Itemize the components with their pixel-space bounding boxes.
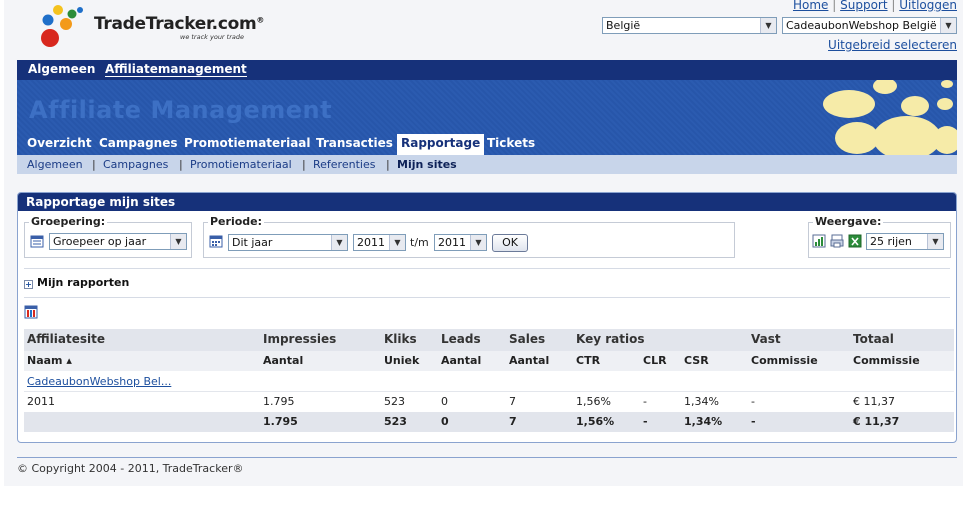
subnav-campaigns[interactable]: Campagnes: [103, 158, 168, 171]
chevron-down-icon: ▼: [331, 235, 347, 250]
chevron-down-icon: ▼: [470, 235, 486, 250]
year-from-select[interactable]: 2011 ▼: [353, 234, 406, 251]
site-select[interactable]: CadeaubonWebshop België ▼: [782, 17, 957, 34]
sub-navigation: Algemeen | Campagnes | Promotiemateriaal…: [17, 155, 957, 174]
tab-reporting[interactable]: Rapportage: [397, 134, 485, 155]
copyright: © Copyright 2004 - 2011, TradeTracker®: [17, 462, 244, 475]
top-links: Home | Support | Uitloggen: [792, 0, 957, 12]
rows-per-page-select[interactable]: 25 rijen ▼: [866, 233, 944, 250]
chevron-down-icon: ▼: [760, 18, 776, 33]
tab-campaigns[interactable]: Campagnes: [95, 134, 182, 155]
subnav-my-sites[interactable]: Mijn sites: [397, 158, 457, 171]
print-icon[interactable]: [830, 234, 845, 249]
col-impressions: Impressies: [263, 332, 337, 346]
grouping-fieldset: Groepering: Groepeer op jaar ▼: [24, 215, 192, 258]
banner-title: Affiliate Management: [29, 96, 333, 124]
col-clicks: Kliks: [384, 332, 417, 346]
my-reports-toggle[interactable]: + Mijn rapporten: [24, 276, 129, 289]
col-affiliate-site: Affiliatesite: [27, 332, 105, 346]
country-select[interactable]: België ▼: [602, 17, 777, 34]
main-tabs: Overzicht Campagnes Promotiemateriaal Tr…: [17, 134, 957, 155]
year-to-select[interactable]: 2011 ▼: [434, 234, 487, 251]
table-row: 2011 1.795 523 0 7 1,56% - 1,34% - € 11,…: [27, 395, 895, 408]
sort-name-header[interactable]: Naam ▴: [27, 354, 72, 367]
col-leads: Leads: [441, 332, 481, 346]
tab-overview[interactable]: Overzicht: [23, 134, 96, 155]
topnav-general[interactable]: Algemeen: [28, 62, 95, 76]
grouping-select[interactable]: Groepeer op jaar ▼: [49, 233, 187, 250]
table-total-row: 1.795 523 0 7 1,56% - 1,34% - € 11,37: [24, 412, 954, 432]
tab-tickets[interactable]: Tickets: [483, 134, 539, 155]
expand-plus-icon: +: [24, 280, 33, 289]
col-fixed: Vast: [751, 332, 781, 346]
subnav-referrals[interactable]: Referenties: [313, 158, 375, 171]
period-select[interactable]: Dit jaar ▼: [228, 234, 348, 251]
period-fieldset: Periode: Dit jaar ▼ 2011 ▼ t/m 2011 ▼ OK: [203, 215, 735, 258]
view-fieldset: Weergave: 25 rijen ▼: [808, 215, 951, 258]
logo-mark-icon: [41, 5, 83, 47]
table-header-row: Affiliatesite Impressies Kliks Leads Sal…: [24, 329, 954, 351]
col-sales: Sales: [509, 332, 546, 346]
calendar-grid-icon: [30, 235, 44, 248]
tab-transactions[interactable]: Transacties: [312, 134, 397, 155]
top-navigation: Algemeen Affiliatemanagement: [17, 60, 957, 80]
subnav-general[interactable]: Algemeen: [27, 158, 83, 171]
subnav-promotional-material[interactable]: Promotiemateriaal: [190, 158, 292, 171]
left-margin: [0, 0, 4, 486]
report-panel: Rapportage mijn sites Groepering: Groepe…: [17, 192, 957, 443]
chart-export-icon[interactable]: [812, 234, 827, 249]
brand-logo[interactable]: TradeTracker.com® we track your trade: [36, 2, 266, 50]
footer-divider: [17, 457, 957, 458]
support-link[interactable]: Support: [840, 0, 887, 12]
excel-export-icon[interactable]: [848, 234, 863, 249]
grouping-label: Groepering:: [29, 215, 108, 228]
table-subheader-row: Naam ▴ Aantal Uniek Aantal Aantal CTR CL…: [24, 351, 954, 371]
topnav-affiliate-management[interactable]: Affiliatemanagement: [105, 62, 247, 77]
panel-title: Rapportage mijn sites: [18, 193, 956, 211]
divider: [24, 297, 950, 298]
period-label: Periode:: [208, 215, 265, 228]
tab-promotional-material[interactable]: Promotiemateriaal: [180, 134, 315, 155]
divider: [24, 268, 950, 269]
logout-link[interactable]: Uitloggen: [899, 0, 957, 12]
chevron-down-icon: ▼: [927, 234, 943, 249]
ok-button[interactable]: OK: [492, 234, 528, 252]
col-key-ratios: Key ratios: [576, 332, 645, 346]
view-label: Weergave:: [813, 215, 884, 228]
chevron-down-icon: ▼: [170, 234, 186, 249]
home-link[interactable]: Home: [793, 0, 828, 12]
range-separator: t/m: [410, 236, 429, 249]
column-settings-icon[interactable]: [24, 305, 39, 320]
table-group-row: CadeaubonWebshop Bel...: [24, 372, 954, 392]
brand-tagline: we track your trade: [180, 33, 245, 41]
chevron-down-icon: ▼: [940, 18, 956, 33]
site-link[interactable]: CadeaubonWebshop Bel...: [27, 375, 171, 388]
col-total: Totaal: [853, 332, 894, 346]
calendar-icon: [209, 235, 223, 248]
advanced-select-link[interactable]: Uitgebreid selecteren: [828, 38, 957, 52]
chevron-down-icon: ▼: [389, 235, 405, 250]
brand-name: TradeTracker.com®: [94, 14, 265, 34]
